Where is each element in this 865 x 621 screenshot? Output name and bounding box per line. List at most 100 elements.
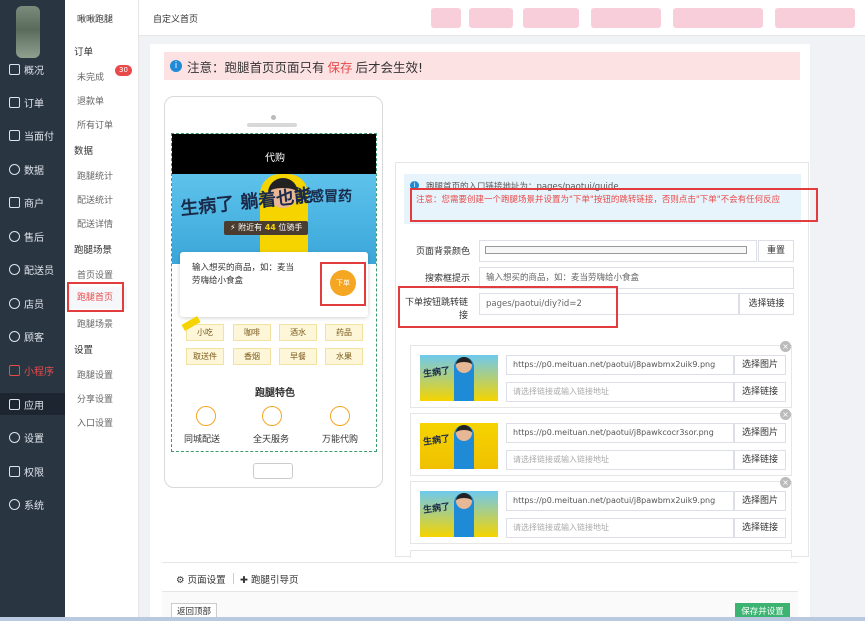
reset-button[interactable]: 重置 (758, 240, 794, 262)
system-icon (9, 498, 20, 510)
receipt-icon (9, 129, 20, 141)
choose-link-button[interactable]: 选择链接 (734, 382, 786, 402)
category-item[interactable]: 酒水 (279, 324, 317, 341)
clock-icon (262, 406, 282, 426)
gear-icon: ⚙ (176, 575, 185, 586)
breadcrumb: 自定义首页 (153, 15, 199, 25)
store-icon (9, 196, 20, 208)
subnav-item-delivery-detail[interactable]: 配送详情 (77, 217, 113, 230)
user-icon (9, 297, 20, 309)
subnav-item-home-settings[interactable]: 首页设置 (77, 268, 113, 281)
feature-label: 万能代购 (322, 435, 359, 445)
category-item[interactable]: 药品 (325, 324, 363, 341)
highlight-tip (410, 188, 818, 222)
banner-row: 生病了 https://p0.meituan.net/paotui/j8pawb… (410, 477, 792, 544)
nav-system[interactable]: 系统 (0, 493, 65, 515)
banner-url-input[interactable]: https://p0.meituan.net/paotui/j8pawbmx2u… (506, 355, 734, 375)
apps-icon (9, 398, 20, 410)
phone-speaker (247, 123, 297, 127)
nav-aftersale[interactable]: 售后 (0, 225, 65, 247)
bottom-tabs: ⚙ 页面设置 ✚ 跑腿引导页 (162, 562, 798, 592)
category-item[interactable]: 香烟 (233, 348, 271, 365)
choose-image-button[interactable]: 选择图片 (734, 491, 786, 511)
close-icon[interactable]: × (780, 477, 791, 488)
choose-image-button[interactable]: 选择图片 (734, 423, 786, 443)
blurred-block (591, 8, 661, 28)
banner-thumbnail: 生病了 (420, 423, 498, 469)
user-icon (9, 263, 20, 275)
phone-banner[interactable]: 生病了 躺着也能 买感冒药 ⚡ 附近有 44 位骑手 (172, 174, 376, 264)
nav-overview[interactable]: 概况 (0, 58, 65, 80)
banner-row: 生病了 https://p0.meituan.net/paotui/j8pawb… (410, 341, 792, 408)
scrollbar-track[interactable] (0, 617, 865, 621)
add-banner-button[interactable] (410, 550, 792, 558)
banner-link-input[interactable]: 请选择链接或输入链接地址 (506, 518, 734, 538)
nav-settings[interactable]: 设置 (0, 426, 65, 448)
color-swatch-bar[interactable] (485, 246, 747, 254)
nav-orders[interactable]: 订单 (0, 91, 65, 113)
phone-home-button (253, 463, 293, 479)
tab-page-settings[interactable]: ⚙ 页面设置 (176, 572, 226, 586)
banner-slogan-right: 买感冒药 (296, 189, 352, 205)
subnav-item-errand-settings[interactable]: 跑腿设置 (77, 368, 113, 381)
close-icon[interactable]: × (780, 341, 791, 352)
banner-url-input[interactable]: https://p0.meituan.net/paotui/j8pawbmx2u… (506, 491, 734, 511)
nav-apps[interactable]: 应用 (0, 393, 65, 415)
banner-thumbnail: 生病了 (420, 355, 498, 401)
tab-guide-page[interactable]: ✚ 跑腿引导页 (240, 572, 299, 586)
avatar[interactable] (16, 6, 40, 58)
search-hint-label: 搜索框提示 (424, 274, 470, 284)
choose-link-button[interactable]: 选择链接 (734, 518, 786, 538)
main-nav: 概况 订单 当面付 数据 商户 售后 配送员 店员 顾客 小程序 应用 设置 权… (0, 0, 65, 621)
close-icon[interactable]: × (780, 409, 791, 420)
aftersale-icon (9, 230, 20, 242)
group-title-settings: 设置 (74, 345, 94, 356)
grid-icon (9, 63, 20, 75)
banner-url-input[interactable]: https://p0.meituan.net/paotui/j8pawkcocr… (506, 423, 734, 443)
choose-link-button[interactable]: 选择链接 (739, 293, 794, 315)
highlight-order-link (398, 286, 618, 328)
subnav-item-unfinished[interactable]: 未完成 30 (77, 65, 132, 83)
subnav-item-delivery-stats[interactable]: 配送统计 (77, 193, 113, 206)
choose-image-button[interactable]: 选择图片 (734, 355, 786, 375)
search-hint[interactable]: 输入想买的商品，如：麦当劳嗨给小食盒 (192, 262, 302, 288)
bag-icon (330, 406, 350, 426)
flash-icon: ⚡ (230, 223, 236, 232)
banner-link-input[interactable]: 请选择链接或输入链接地址 (506, 450, 734, 470)
nav-permissions[interactable]: 权限 (0, 460, 65, 482)
phone-camera (271, 115, 276, 120)
category-item[interactable]: 取送件 (186, 348, 224, 365)
blurred-block (673, 8, 763, 28)
tab-divider (233, 573, 234, 584)
category-item[interactable]: 咖啡 (233, 324, 271, 341)
subnav-item-entry-settings[interactable]: 入口设置 (77, 416, 113, 429)
nav-face-pay[interactable]: 当面付 (0, 124, 65, 146)
subnav-item-refunds[interactable]: 退款单 (77, 94, 104, 107)
count-badge: 30 (115, 65, 132, 76)
subnav-item-share-settings[interactable]: 分享设置 (77, 392, 113, 405)
subnav-item-errand-stats[interactable]: 跑腿统计 (77, 169, 113, 182)
category-item[interactable]: 水果 (325, 348, 363, 365)
highlight-order-button (320, 262, 366, 306)
choose-link-button[interactable]: 选择链接 (734, 450, 786, 470)
subnav-item-all-orders[interactable]: 所有订单 (77, 118, 113, 131)
subnav-item-errand-scenes[interactable]: 跑腿场景 (77, 317, 113, 330)
nav-mini-program[interactable]: 小程序 (0, 359, 65, 381)
blurred-block (469, 8, 513, 28)
nav-clerk[interactable]: 店员 (0, 292, 65, 314)
notice-bar: i 注意：跑腿首页页面只有 保存 后才会生效! (164, 52, 800, 80)
category-item[interactable]: 早餐 (279, 348, 317, 365)
banner-link-input[interactable]: 请选择链接或输入链接地址 (506, 382, 734, 402)
lock-icon (9, 465, 20, 477)
group-title-scenes: 跑腿场景 (74, 245, 113, 256)
nav-merchant[interactable]: 商户 (0, 191, 65, 213)
list-icon (9, 96, 20, 108)
group-title-orders: 订单 (74, 47, 94, 58)
blurred-block (431, 8, 461, 28)
gear-icon (9, 431, 20, 443)
nav-data[interactable]: 数据 (0, 158, 65, 180)
nav-courier[interactable]: 配送员 (0, 258, 65, 280)
nav-customer[interactable]: 顾客 (0, 325, 65, 347)
blurred-block (523, 8, 579, 28)
nearby-riders-badge: ⚡ 附近有 44 位骑手 (224, 221, 309, 235)
